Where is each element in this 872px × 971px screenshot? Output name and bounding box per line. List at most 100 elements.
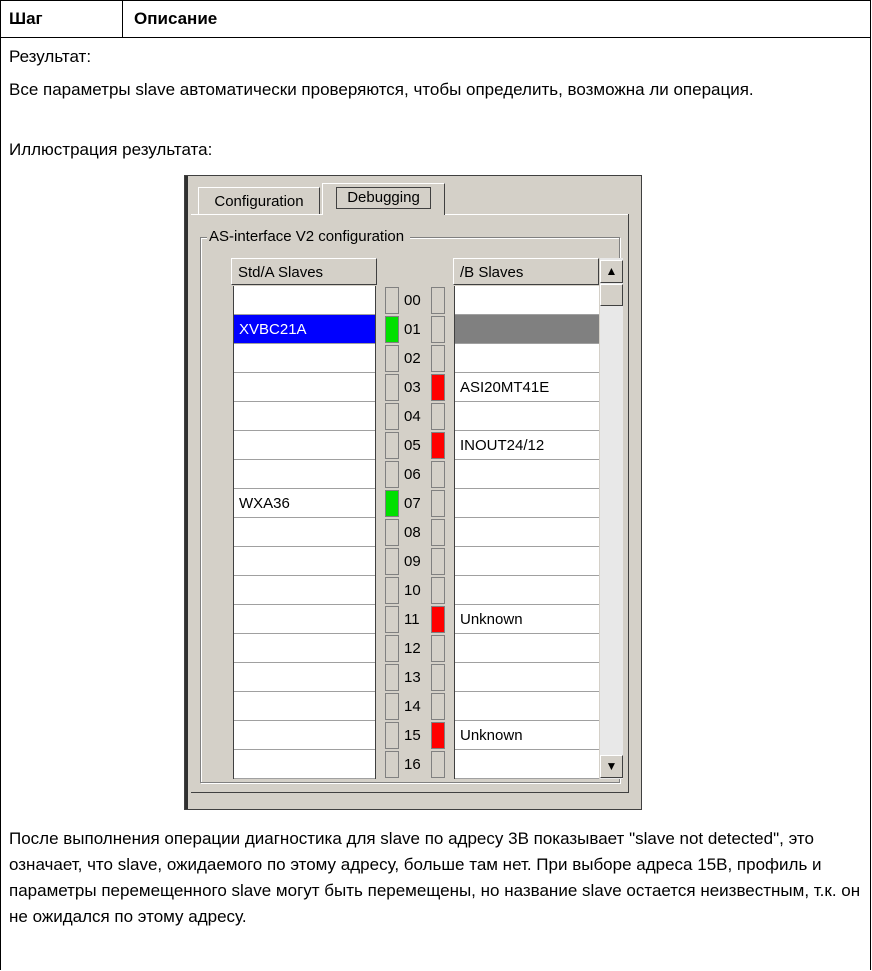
window-edge [185, 176, 188, 809]
b-status-led [431, 548, 445, 575]
slave-address-label: 12 [404, 640, 421, 657]
b-slave-row[interactable] [455, 634, 599, 663]
slave-address-label: 02 [404, 350, 421, 367]
b-slave-row[interactable]: ASI20MT41E [455, 373, 599, 402]
table-header-row: Шаг Описание [1, 0, 871, 38]
b-status-led [431, 490, 445, 517]
std-status-led [385, 519, 399, 546]
std-slave-row[interactable] [234, 750, 375, 779]
b-slave-row[interactable]: Unknown [455, 721, 599, 750]
slave-address-label: 03 [404, 379, 421, 396]
b-slave-row[interactable] [455, 518, 599, 547]
b-slave-row[interactable]: Unknown [455, 605, 599, 634]
std-status-led [385, 635, 399, 662]
std-slaves-list[interactable]: XVBC21A WXA36 [233, 286, 376, 779]
b-slave-row[interactable] [455, 663, 599, 692]
std-slaves-header: Std/A Slaves [231, 258, 377, 285]
b-status-led [431, 461, 445, 488]
b-slaves-scrollbar[interactable]: ▲ ▼ [599, 258, 623, 779]
slave-address-label: 08 [404, 524, 421, 541]
std-slave-row[interactable] [234, 634, 375, 663]
std-status-led [385, 751, 399, 778]
std-status-led [385, 606, 399, 633]
b-status-led [431, 693, 445, 720]
std-slave-row[interactable] [234, 692, 375, 721]
b-slave-row[interactable] [455, 402, 599, 431]
slave-address-label: 14 [404, 698, 421, 715]
slave-address-label: 10 [404, 582, 421, 599]
slave-address-label: 15 [404, 727, 421, 744]
slave-address-label: 11 [404, 611, 420, 628]
std-slave-row[interactable] [234, 605, 375, 634]
b-status-led [431, 432, 445, 459]
b-slave-row[interactable] [455, 460, 599, 489]
b-status-led [431, 751, 445, 778]
header-description: Описание [134, 9, 218, 28]
panel-border [628, 214, 629, 792]
triangle-up-icon[interactable]: ▲ [600, 260, 623, 283]
b-slaves-list[interactable]: ASI20MT41E INOUT24/12 Unknown Unknown [454, 286, 599, 779]
tab-configuration-label: Configuration [214, 193, 304, 210]
b-status-led [431, 635, 445, 662]
b-slave-row[interactable] [455, 286, 599, 315]
slave-address-label: 16 [404, 756, 421, 773]
std-status-led [385, 345, 399, 372]
slave-address-label: 07 [404, 495, 421, 512]
b-status-led [431, 345, 445, 372]
std-slave-row[interactable]: WXA36 [234, 489, 375, 518]
std-status-led [385, 403, 399, 430]
debugging-screen-illustration: Configuration Debugging AS-interface V2 … [184, 175, 642, 810]
b-slave-row[interactable] [455, 576, 599, 605]
b-slave-row[interactable] [455, 315, 599, 344]
b-status-led [431, 287, 445, 314]
std-status-led [385, 461, 399, 488]
b-status-led [431, 519, 445, 546]
std-status-led [385, 577, 399, 604]
b-status-led [431, 606, 445, 633]
result-paragraph: Все параметры slave автоматически провер… [9, 80, 754, 99]
std-slave-row[interactable] [234, 344, 375, 373]
std-slave-row[interactable] [234, 721, 375, 750]
scroll-thumb[interactable] [600, 284, 623, 306]
std-status-led [385, 693, 399, 720]
panel-border [191, 792, 629, 793]
tab-debugging[interactable]: Debugging [322, 183, 445, 215]
std-status-led [385, 316, 399, 343]
b-slave-row[interactable] [455, 547, 599, 576]
std-status-led [385, 490, 399, 517]
b-slave-row[interactable] [455, 489, 599, 518]
std-slave-row[interactable] [234, 373, 375, 402]
std-slave-row[interactable] [234, 518, 375, 547]
b-slave-row[interactable] [455, 692, 599, 721]
std-status-led [385, 664, 399, 691]
slave-address-label: 01 [404, 321, 421, 338]
std-slave-row[interactable] [234, 576, 375, 605]
std-slave-row[interactable] [234, 402, 375, 431]
std-slave-row[interactable] [234, 460, 375, 489]
tab-configuration[interactable]: Configuration [198, 187, 320, 215]
slave-address-label: 06 [404, 466, 421, 483]
b-slaves-header: /B Slaves [453, 258, 599, 285]
slave-address-label: 04 [404, 408, 421, 425]
tab-strip-line [191, 214, 322, 215]
std-slave-row[interactable] [234, 431, 375, 460]
std-slave-row[interactable] [234, 286, 375, 315]
b-slave-row[interactable] [455, 750, 599, 779]
b-status-led [431, 316, 445, 343]
step-description-table: Шаг Описание Результат: Все параметры sl… [0, 0, 871, 970]
tab-debugging-label: Debugging [336, 187, 431, 209]
std-slave-row[interactable] [234, 663, 375, 692]
std-slave-row[interactable]: XVBC21A [234, 315, 375, 344]
slave-address-label: 09 [404, 553, 421, 570]
std-status-led [385, 374, 399, 401]
b-status-led [431, 577, 445, 604]
tab-strip-line [445, 214, 629, 215]
b-slave-row[interactable]: INOUT24/12 [455, 431, 599, 460]
b-slave-row[interactable] [455, 344, 599, 373]
header-step: Шаг [9, 9, 43, 28]
slave-address-label: 13 [404, 669, 421, 686]
std-slave-row[interactable] [234, 547, 375, 576]
illustration-label: Иллюстрация результата: [9, 140, 213, 159]
triangle-down-icon[interactable]: ▼ [600, 755, 623, 778]
slave-address-label: 05 [404, 437, 421, 454]
